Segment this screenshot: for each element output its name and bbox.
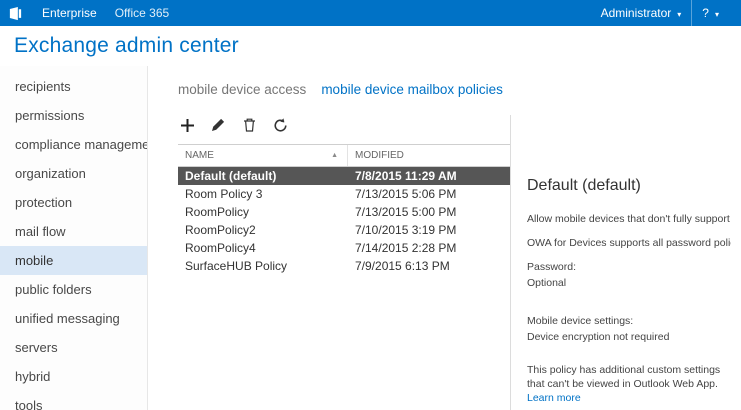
table-row[interactable]: RoomPolicy2 7/10/2015 3:19 PM bbox=[178, 221, 510, 239]
add-button[interactable] bbox=[178, 116, 196, 134]
column-header-modified[interactable]: MODIFIED bbox=[348, 145, 510, 166]
suite-bar-left: Enterprise Office 365 bbox=[8, 0, 178, 26]
tab-mobile-device-access[interactable]: mobile device access bbox=[178, 82, 306, 97]
sidebar-item-servers[interactable]: servers bbox=[0, 333, 147, 362]
sidebar-item-compliance-management[interactable]: compliance management bbox=[0, 130, 147, 159]
suite-bar-right: Administrator ▾ ? ▾ bbox=[591, 0, 729, 26]
office-logo-icon[interactable] bbox=[8, 6, 23, 21]
name-column-label: NAME bbox=[185, 150, 214, 161]
sidebar-item-public-folders[interactable]: public folders bbox=[0, 275, 147, 304]
details-description-line: OWA for Devices supports all password po… bbox=[527, 237, 731, 249]
column-header-name[interactable]: NAME ▲ bbox=[178, 145, 348, 166]
pencil-icon bbox=[211, 118, 225, 132]
delete-button[interactable] bbox=[240, 116, 258, 134]
modified-column-label: MODIFIED bbox=[355, 150, 404, 161]
chevron-down-icon: ▾ bbox=[677, 10, 681, 19]
trash-icon bbox=[243, 118, 256, 132]
policy-name-cell: RoomPolicy4 bbox=[178, 239, 348, 257]
details-title: Default (default) bbox=[527, 177, 731, 195]
mobile-device-settings-value: Device encryption not required bbox=[527, 331, 731, 343]
sidebar-item-mail-flow[interactable]: mail flow bbox=[0, 217, 147, 246]
sidebar-item-permissions[interactable]: permissions bbox=[0, 101, 147, 130]
administrator-menu[interactable]: Administrator ▾ bbox=[591, 0, 692, 26]
content-row: NAME ▲ MODIFIED Default (default) 7/8/20… bbox=[148, 115, 741, 410]
help-label: ? bbox=[702, 6, 709, 20]
custom-settings-note: This policy has additional custom settin… bbox=[527, 363, 731, 405]
policy-list-pane: NAME ▲ MODIFIED Default (default) 7/8/20… bbox=[148, 115, 510, 410]
modified-cell: 7/13/2015 5:00 PM bbox=[348, 203, 510, 221]
exchange-admin-center-window: Enterprise Office 365 Administrator ▾ ? … bbox=[0, 0, 741, 410]
modified-cell: 7/14/2015 2:28 PM bbox=[348, 239, 510, 257]
suite-bar: Enterprise Office 365 Administrator ▾ ? … bbox=[0, 0, 741, 26]
sidebar-item-unified-messaging[interactable]: unified messaging bbox=[0, 304, 147, 333]
policies-table: NAME ▲ MODIFIED Default (default) 7/8/20… bbox=[178, 144, 510, 275]
page-title: Exchange admin center bbox=[14, 34, 239, 58]
table-header: NAME ▲ MODIFIED bbox=[178, 145, 510, 167]
mobile-device-settings-label: Mobile device settings: bbox=[527, 315, 731, 327]
modified-cell: 7/9/2015 6:13 PM bbox=[348, 257, 510, 275]
table-row[interactable]: SurfaceHUB Policy 7/9/2015 6:13 PM bbox=[178, 257, 510, 275]
plus-icon bbox=[180, 118, 195, 133]
sort-ascending-icon: ▲ bbox=[331, 152, 338, 159]
sidebar-item-recipients[interactable]: recipients bbox=[0, 72, 147, 101]
policy-name-cell: RoomPolicy2 bbox=[178, 221, 348, 239]
refresh-icon bbox=[273, 118, 288, 133]
sidebar-item-organization[interactable]: organization bbox=[0, 159, 147, 188]
modified-cell: 7/10/2015 3:19 PM bbox=[348, 221, 510, 239]
modified-cell: 7/13/2015 5:06 PM bbox=[348, 185, 510, 203]
sidebar-item-protection[interactable]: protection bbox=[0, 188, 147, 217]
toolbar bbox=[178, 115, 510, 135]
policy-name-cell: Default (default) bbox=[178, 167, 348, 185]
password-value: Optional bbox=[527, 277, 731, 289]
suite-tab-enterprise[interactable]: Enterprise bbox=[33, 0, 106, 26]
table-row[interactable]: Room Policy 3 7/13/2015 5:06 PM bbox=[178, 185, 510, 203]
help-menu[interactable]: ? ▾ bbox=[691, 0, 729, 26]
table-row[interactable]: RoomPolicy4 7/14/2015 2:28 PM bbox=[178, 239, 510, 257]
edit-button[interactable] bbox=[209, 116, 227, 134]
section-tabs: mobile device access mobile device mailb… bbox=[148, 82, 741, 97]
details-description-line: Allow mobile devices that don't fully su… bbox=[527, 213, 731, 225]
policy-name-cell: RoomPolicy bbox=[178, 203, 348, 221]
table-row[interactable]: RoomPolicy 7/13/2015 5:00 PM bbox=[178, 203, 510, 221]
table-row[interactable]: Default (default) 7/8/2015 11:29 AM bbox=[178, 167, 510, 185]
sidebar-item-mobile[interactable]: mobile bbox=[0, 246, 147, 275]
administrator-label: Administrator bbox=[601, 6, 672, 20]
sidebar-item-tools[interactable]: tools bbox=[0, 391, 147, 410]
chevron-down-icon: ▾ bbox=[715, 10, 719, 19]
suite-tab-office365[interactable]: Office 365 bbox=[106, 0, 178, 26]
body: recipients permissions compliance manage… bbox=[0, 66, 741, 410]
main-content: mobile device access mobile device mailb… bbox=[148, 66, 741, 410]
sidebar: recipients permissions compliance manage… bbox=[0, 66, 148, 410]
learn-more-link[interactable]: Learn more bbox=[527, 392, 581, 404]
refresh-button[interactable] bbox=[271, 116, 289, 134]
policy-details-pane: Default (default) Allow mobile devices t… bbox=[510, 115, 741, 410]
tab-mobile-device-mailbox-policies[interactable]: mobile device mailbox policies bbox=[321, 82, 503, 97]
policy-name-cell: Room Policy 3 bbox=[178, 185, 348, 203]
policy-name-cell: SurfaceHUB Policy bbox=[178, 257, 348, 275]
app-header: Exchange admin center bbox=[0, 26, 741, 66]
note-text: This policy has additional custom settin… bbox=[527, 364, 720, 390]
sidebar-item-hybrid[interactable]: hybrid bbox=[0, 362, 147, 391]
password-label: Password: bbox=[527, 261, 731, 273]
modified-cell: 7/8/2015 11:29 AM bbox=[348, 167, 510, 185]
